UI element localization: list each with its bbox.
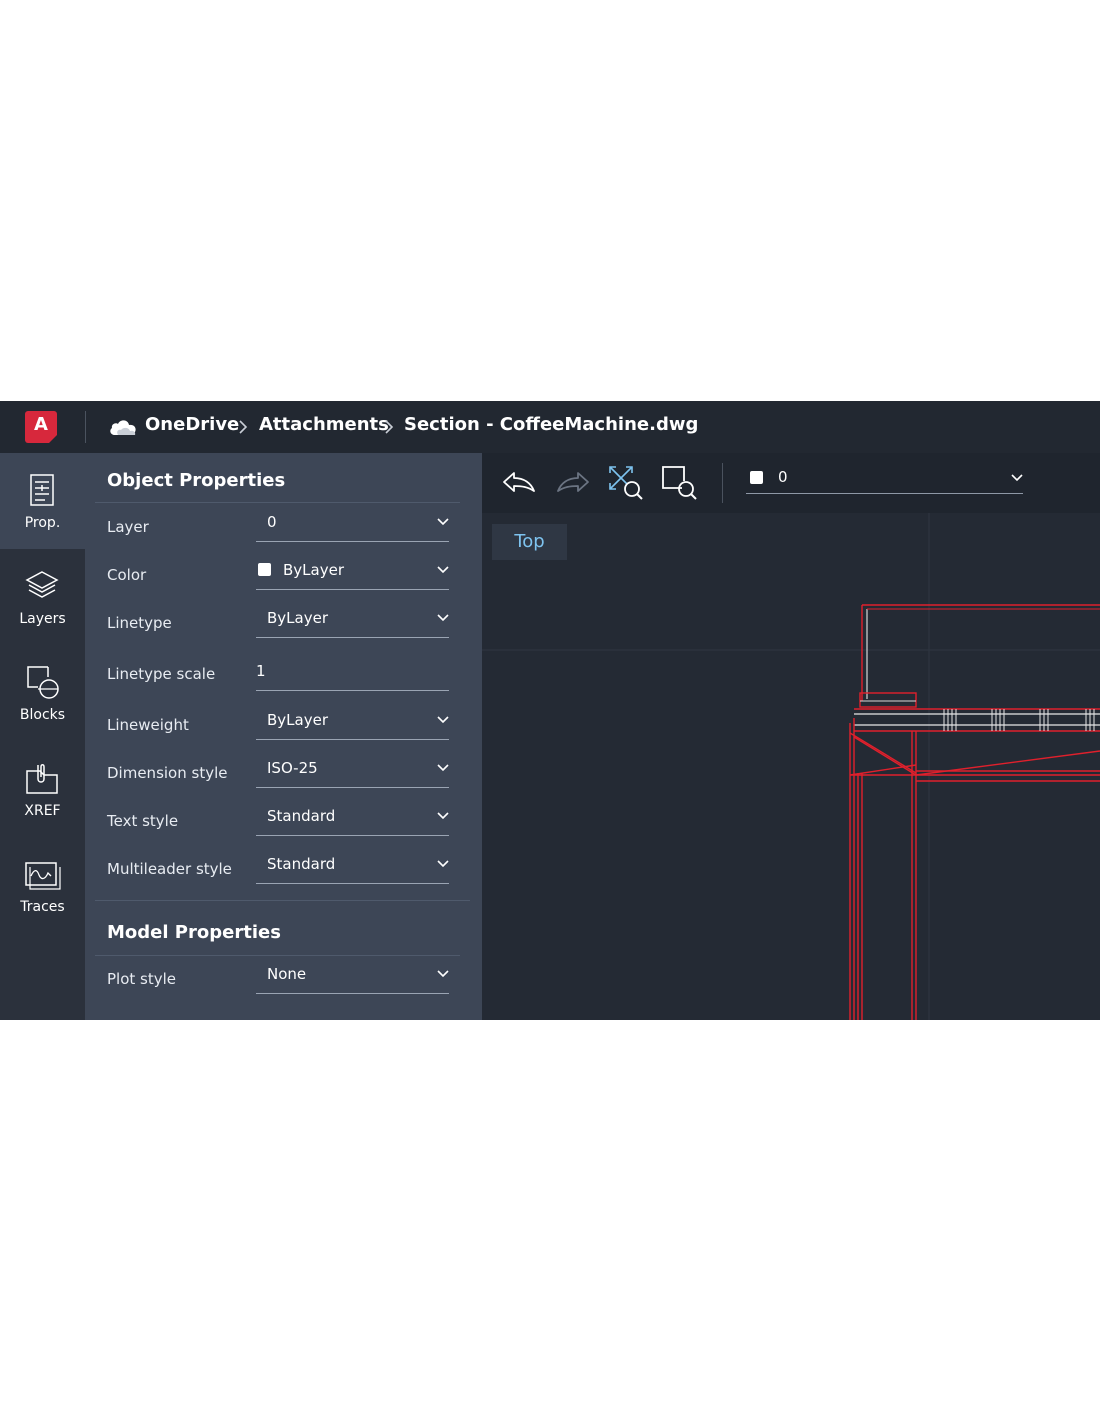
plot-style-dropdown[interactable]: None (256, 959, 449, 994)
properties-icon (30, 474, 54, 506)
coffee-machine-section-drawing (849, 604, 1100, 1020)
zoom-window-icon (662, 466, 697, 500)
redo-icon (557, 472, 589, 492)
chevron-right-icon (385, 420, 394, 434)
linetype-label: Linetype (107, 614, 172, 632)
view-cube-label[interactable]: Top (492, 524, 567, 560)
chevron-down-icon (437, 764, 449, 772)
section-divider (95, 502, 460, 503)
autocad-web-app: A OneDrive Attachments Section - CoffeeM… (0, 401, 1100, 1020)
chevron-down-icon (437, 970, 449, 978)
sidebar-item-label: Prop. (24, 515, 61, 531)
color-value: ByLayer (283, 561, 344, 579)
zoom-extents-icon (609, 466, 643, 500)
color-swatch (258, 563, 271, 576)
plot-style-label: Plot style (107, 970, 177, 988)
sidebar-item-blocks[interactable]: Blocks (0, 645, 85, 741)
model-properties-title: Model Properties (107, 922, 281, 943)
linetype-dropdown[interactable]: ByLayer (256, 603, 449, 638)
sidebar-item-traces[interactable]: Traces (0, 837, 85, 933)
blocks-icon (27, 666, 59, 699)
layer-select-dropdown[interactable]: 0 (746, 463, 1023, 494)
chevron-down-icon (437, 614, 449, 622)
section-divider (95, 900, 470, 901)
zoom-window-button[interactable] (660, 464, 700, 500)
chevron-down-icon (437, 716, 449, 724)
drawing-viewport[interactable]: 0 Top (482, 453, 1100, 1020)
sidebar-item-label: Layers (19, 611, 66, 627)
dimension-style-value: ISO-25 (267, 759, 318, 777)
viewport-toolbar: 0 (482, 453, 1100, 513)
sidebar: Prop. Layers Blocks XREF Traces (0, 453, 85, 1020)
undo-icon (503, 472, 535, 492)
sidebar-item-layers[interactable]: Layers (0, 549, 85, 645)
lineweight-label: Lineweight (107, 716, 189, 734)
cad-drawing-canvas[interactable] (482, 513, 1100, 1020)
breadcrumb-attachments[interactable]: Attachments (259, 414, 389, 435)
layer-label: Layer (107, 518, 149, 536)
sidebar-item-label: Traces (20, 899, 65, 915)
layer-dropdown[interactable]: 0 (256, 507, 449, 542)
properties-panel: Object Properties Layer 0 Color ByLayer … (85, 453, 482, 1020)
toolbar-divider (722, 463, 723, 503)
breadcrumb-onedrive[interactable]: OneDrive (145, 414, 239, 435)
chevron-down-icon (437, 518, 449, 526)
multileader-style-dropdown[interactable]: Standard (256, 849, 449, 884)
chevron-down-icon (437, 812, 449, 820)
plot-style-value: None (267, 965, 307, 983)
text-style-label: Text style (107, 812, 179, 830)
view-label-text: Top (514, 531, 545, 552)
text-style-dropdown[interactable]: Standard (256, 801, 449, 836)
undo-button[interactable] (500, 464, 540, 500)
breadcrumb-current-file: Section - CoffeeMachine.dwg (404, 414, 699, 435)
layers-icon (25, 571, 59, 598)
zoom-extents-button[interactable] (606, 464, 646, 500)
redo-button[interactable] (552, 464, 592, 500)
layer-color-swatch (750, 471, 763, 484)
dimension-style-label: Dimension style (107, 764, 228, 782)
linetype-value: ByLayer (267, 609, 328, 627)
lineweight-dropdown[interactable]: ByLayer (256, 705, 449, 740)
traces-icon (25, 862, 61, 890)
lineweight-value: ByLayer (267, 711, 328, 729)
logo-letter: A (34, 414, 48, 435)
linetype-scale-value: 1 (256, 662, 266, 680)
chevron-down-icon (1011, 474, 1023, 482)
color-dropdown[interactable]: ByLayer (256, 555, 449, 590)
dimension-style-dropdown[interactable]: ISO-25 (256, 753, 449, 788)
multileader-style-label: Multileader style (107, 860, 232, 878)
xref-icon (26, 764, 58, 794)
text-style-value: Standard (267, 807, 336, 825)
sidebar-item-label: XREF (24, 803, 61, 819)
sidebar-item-label: Blocks (19, 707, 66, 723)
layer-select-value: 0 (778, 468, 788, 486)
linetype-scale-input[interactable]: 1 (256, 656, 449, 691)
chevron-right-icon (239, 420, 248, 434)
cloud-icon (110, 420, 136, 435)
layer-value: 0 (267, 513, 277, 531)
sidebar-item-properties[interactable]: Prop. (0, 453, 85, 549)
title-divider (85, 411, 86, 443)
chevron-down-icon (437, 860, 449, 868)
multileader-style-value: Standard (267, 855, 336, 873)
title-bar: A OneDrive Attachments Section - CoffeeM… (0, 401, 1100, 453)
linetype-scale-label: Linetype scale (107, 665, 216, 683)
section-divider (95, 955, 460, 956)
autocad-logo-icon[interactable]: A (25, 411, 57, 443)
sidebar-item-xref[interactable]: XREF (0, 741, 85, 837)
chevron-down-icon (437, 566, 449, 574)
object-properties-title: Object Properties (107, 470, 286, 491)
color-label: Color (107, 566, 147, 584)
